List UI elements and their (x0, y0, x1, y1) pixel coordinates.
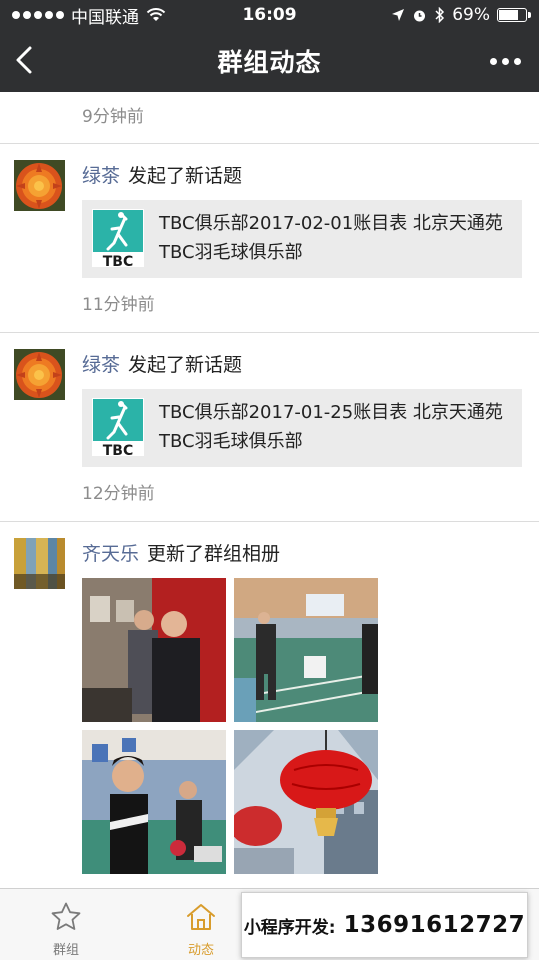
battery-percent: 69% (452, 5, 490, 25)
promo-label: 小程序开发: (243, 917, 336, 938)
star-icon (51, 902, 81, 930)
home-icon (187, 904, 215, 930)
author-name[interactable]: 绿茶 (82, 165, 120, 187)
action-text: 发起了新话题 (128, 165, 243, 187)
author-name[interactable]: 齐天乐 (82, 543, 139, 565)
action-text: 更新了群组相册 (147, 543, 281, 565)
status-bar: 中国联通 16:09 69% (0, 0, 539, 30)
topic-title: TBC俱乐部2017-02-01账目表 北京天通苑TBC羽毛球俱乐部 (159, 213, 503, 263)
avatar[interactable] (14, 538, 65, 589)
avatar[interactable] (14, 349, 65, 400)
alarm-clock-icon (414, 10, 426, 21)
album-photo[interactable] (82, 730, 226, 874)
tab-groups[interactable]: 群组 (21, 889, 111, 960)
battery-icon (497, 8, 531, 22)
post-time: 12分钟前 (82, 484, 155, 504)
back-arrow-icon (16, 46, 32, 74)
tbc-logo: TBC (92, 209, 144, 267)
more-dots-icon (489, 57, 497, 65)
page-title: 群组动态 (217, 48, 322, 77)
status-left: 中国联通 (12, 3, 166, 28)
album-photo[interactable] (234, 578, 378, 722)
feed-item: 绿茶 发起了新话题 TBC TBC俱乐部2017-02-01账目表 北京天通苑TB… (0, 144, 539, 332)
tab-activity[interactable]: 动态 (156, 889, 246, 960)
feed-item: 齐天乐 更新了群组相册 (0, 522, 539, 888)
topic-title: TBC俱乐部2017-01-25账目表 北京天通苑TBC羽毛球俱乐部 (159, 402, 503, 452)
post-time: 9分钟前 (82, 107, 144, 127)
album-photo[interactable] (234, 730, 378, 874)
action-text: 发起了新话题 (128, 354, 243, 376)
topic-card[interactable]: TBC TBC俱乐部2017-02-01账目表 北京天通苑TBC羽毛球俱乐部 (82, 200, 522, 278)
promo-banner: 小程序开发: 13691612727 (241, 892, 528, 958)
post-time: 11分钟前 (82, 295, 155, 315)
tab-label: 动态 (187, 943, 214, 958)
location-arrow-icon (392, 9, 405, 21)
svg-text:TBC: TBC (103, 254, 134, 267)
tab-label: 群组 (52, 943, 79, 958)
feed-headline: 绿茶 发起了新话题 (82, 161, 242, 188)
carrier-name: 中国联通 (71, 7, 139, 28)
wifi-icon (146, 8, 166, 21)
promo-phone-number: 13691612727 (343, 912, 526, 938)
topic-card[interactable]: TBC TBC俱乐部2017-01-25账目表 北京天通苑TBC羽毛球俱乐部 (82, 389, 522, 467)
signal-strength-icon (12, 11, 64, 19)
tbc-logo: TBC (92, 398, 144, 456)
back-button[interactable] (8, 40, 48, 80)
bluetooth-icon (435, 7, 445, 23)
activity-feed[interactable]: 9分钟前 绿茶 发起了新话题 TBC TBC俱乐部2017-02-01账目表 北… (0, 92, 539, 888)
more-options-button[interactable] (483, 44, 527, 78)
status-right: 69% (391, 5, 531, 25)
author-name[interactable]: 绿茶 (82, 354, 120, 376)
album-photo[interactable] (82, 578, 226, 722)
marigold-flower-avatar (14, 160, 65, 211)
marigold-flower-avatar (14, 349, 65, 400)
svg-text:TBC: TBC (103, 443, 134, 456)
feed-item: 绿茶 发起了新话题 TBC TBC俱乐部2017-01-25账目表 北京天通苑TB… (0, 333, 539, 521)
avatar[interactable] (14, 160, 65, 211)
feed-headline: 绿茶 发起了新话题 (82, 350, 242, 377)
stained-glass-avatar (14, 538, 65, 589)
feed-headline: 齐天乐 更新了群组相册 (82, 539, 280, 566)
navigation-bar: 群组动态 (0, 30, 539, 92)
